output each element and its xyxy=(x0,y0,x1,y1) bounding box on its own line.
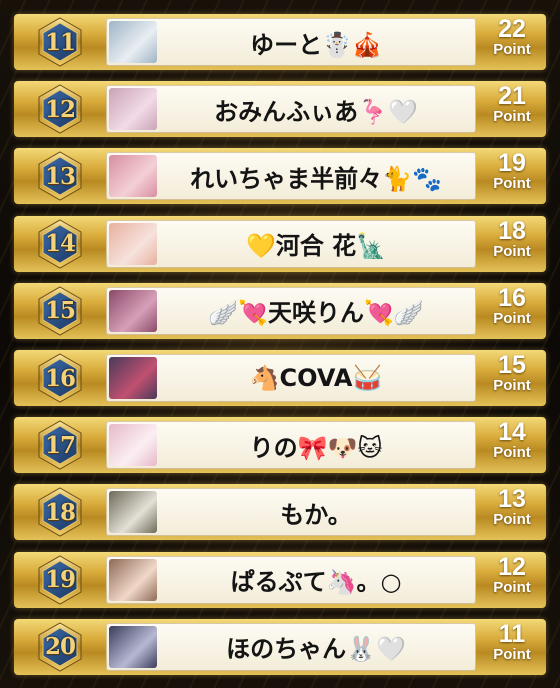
point-unit: Point xyxy=(493,511,531,529)
user-name: ほのちゃん🐰🤍 xyxy=(226,635,406,664)
ranking-row[interactable]: 17 りの🎀🐶🐱 14 Point xyxy=(14,417,546,474)
user-name: 🐴COVA🥁 xyxy=(249,364,383,392)
rank-badge: 16 xyxy=(36,352,84,404)
name-panel: おみんふぃあ🦩🤍 xyxy=(106,85,476,134)
ranking-row[interactable]: 13 れいちゃま半前々🐈🐾 19 Point xyxy=(14,148,546,205)
user-name: おみんふぃあ🦩🤍 xyxy=(214,97,418,126)
rank-badge: 12 xyxy=(36,83,84,135)
rank-badge: 15 xyxy=(36,285,84,337)
rank-number: 19 xyxy=(44,566,76,594)
point-value: 21 xyxy=(498,82,526,111)
score: 22 Point xyxy=(479,16,545,68)
rank-number: 11 xyxy=(44,28,76,56)
point-unit: Point xyxy=(493,578,531,596)
name-panel: ゆーと☃️🎪 xyxy=(106,18,476,66)
point-unit: Point xyxy=(493,108,531,126)
point-value: 18 xyxy=(498,216,526,245)
point-unit: Point xyxy=(493,645,531,663)
rank-badge: 14 xyxy=(36,218,84,270)
name-panel: れいちゃま半前々🐈🐾 xyxy=(106,152,476,201)
avatar[interactable] xyxy=(109,155,157,198)
user-name: 🪽💘天咲りん💘🪽 xyxy=(208,299,424,328)
point-unit: Point xyxy=(493,377,531,394)
rank-badge: 17 xyxy=(36,419,84,471)
point-value: 12 xyxy=(498,552,526,581)
score: 16 Point xyxy=(479,285,545,337)
user-name: りの🎀🐶🐱 xyxy=(249,433,383,462)
rank-badge: 20 xyxy=(36,621,84,673)
rank-badge: 19 xyxy=(36,554,84,606)
user-name: ゆーと☃️🎪 xyxy=(250,30,382,59)
ranking-row[interactable]: 15 🪽💘天咲りん💘🪽 16 Point xyxy=(14,282,546,339)
rank-number: 17 xyxy=(44,431,76,459)
ranking-row[interactable]: 12 おみんふぃあ🦩🤍 21 Point xyxy=(14,81,546,138)
point-unit: Point xyxy=(493,309,531,327)
point-value: 19 xyxy=(498,149,526,178)
user-name: もか。 xyxy=(280,500,352,529)
ranking-list: 11 ゆーと☃️🎪 22 Point 12 おみんふぃあ🦩🤍 21 Point 13 れいちゃま半… xyxy=(0,0,560,688)
rank-number: 14 xyxy=(44,230,76,258)
name-panel: 💛河合 花🗽 xyxy=(106,219,476,268)
point-value: 14 xyxy=(498,418,526,447)
score: 21 Point xyxy=(479,83,545,135)
user-name: 💛河合 花🗽 xyxy=(245,232,387,261)
score: 13 Point xyxy=(479,486,545,538)
rank-badge: 13 xyxy=(36,150,84,202)
avatar[interactable] xyxy=(109,625,157,668)
name-panel: もか。 xyxy=(106,488,476,537)
ranking-row[interactable]: 19 ぱるぷて🦄。○ 12 Point xyxy=(14,551,546,608)
score: 18 Point xyxy=(479,218,545,270)
avatar[interactable] xyxy=(109,424,157,467)
rank-number: 13 xyxy=(44,162,76,190)
score: 19 Point xyxy=(479,150,545,202)
avatar[interactable] xyxy=(109,289,157,332)
score: 15 Point xyxy=(479,352,545,404)
name-panel: ぱるぷて🦄。○ xyxy=(106,555,476,604)
ranking-row[interactable]: 20 ほのちゃん🐰🤍 11 Point xyxy=(14,618,546,675)
avatar[interactable] xyxy=(109,558,157,601)
avatar[interactable] xyxy=(109,357,157,399)
rank-number: 15 xyxy=(44,297,76,325)
name-panel: 🐴COVA🥁 xyxy=(106,354,476,402)
user-name: れいちゃま半前々🐈🐾 xyxy=(190,164,442,193)
user-name: ぱるぷて🦄。○ xyxy=(230,568,402,597)
ranking-row[interactable]: 18 もか。 13 Point xyxy=(14,484,546,541)
rank-number: 20 xyxy=(44,633,76,661)
point-unit: Point xyxy=(493,175,531,193)
name-panel: 🪽💘天咲りん💘🪽 xyxy=(106,286,476,335)
score: 12 Point xyxy=(479,554,545,606)
avatar[interactable] xyxy=(109,21,157,63)
score: 11 Point xyxy=(479,621,545,673)
ranking-row[interactable]: 16 🐴COVA🥁 15 Point xyxy=(14,350,546,406)
ranking-row[interactable]: 14 💛河合 花🗽 18 Point xyxy=(14,215,546,272)
point-value: 15 xyxy=(498,351,526,379)
point-value: 22 xyxy=(498,15,526,43)
point-value: 11 xyxy=(498,619,526,648)
point-value: 16 xyxy=(498,283,526,312)
point-unit: Point xyxy=(493,41,531,58)
point-unit: Point xyxy=(493,242,531,260)
rank-number: 18 xyxy=(44,498,76,526)
rank-badge: 18 xyxy=(36,486,84,538)
point-unit: Point xyxy=(493,444,531,462)
rank-number: 12 xyxy=(44,95,76,123)
score: 14 Point xyxy=(479,419,545,471)
rank-badge: 11 xyxy=(36,16,84,68)
avatar[interactable] xyxy=(109,88,157,131)
ranking-row[interactable]: 11 ゆーと☃️🎪 22 Point xyxy=(14,14,546,70)
name-panel: ほのちゃん🐰🤍 xyxy=(106,622,476,671)
name-panel: りの🎀🐶🐱 xyxy=(106,421,476,470)
avatar[interactable] xyxy=(109,222,157,265)
rank-number: 16 xyxy=(44,364,76,392)
point-value: 13 xyxy=(498,485,526,514)
avatar[interactable] xyxy=(109,491,157,534)
